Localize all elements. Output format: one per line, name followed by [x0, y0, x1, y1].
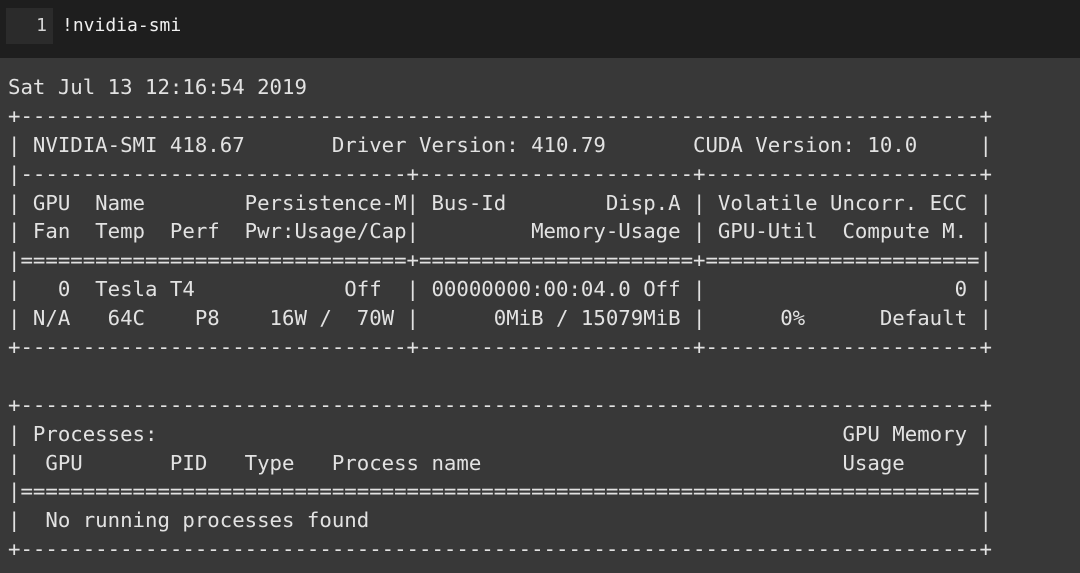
output-line-gpu-row: | 0 Tesla T4 Off | 00000000:00:04.0 Off …	[8, 277, 992, 302]
output-line-header: | NVIDIA-SMI 418.67 Driver Version: 410.…	[8, 132, 992, 157]
output-line: +---------------------------------------…	[8, 537, 992, 562]
output-line: |=======================================…	[8, 479, 992, 504]
output-line: |-------------------------------+-------…	[8, 161, 992, 186]
output-line: +-------------------------------+-------…	[8, 335, 992, 360]
output-line-processes-columns: | GPU PID Type Process name Usage |	[8, 450, 992, 475]
output-line: |===============================+=======…	[8, 248, 992, 273]
output-line-column-headers: | GPU Name Persistence-M| Bus-Id Disp.A …	[8, 190, 992, 215]
code-cell-input[interactable]: 1 !nvidia-smi	[0, 0, 1080, 58]
output-text: Sat Jul 13 12:16:54 2019 +---------------…	[8, 73, 992, 564]
output-line-no-processes: | No running processes found |	[8, 508, 992, 533]
output-line-timestamp: Sat Jul 13 12:16:54 2019	[8, 75, 307, 99]
output-line: +---------------------------------------…	[8, 392, 992, 417]
output-line: +---------------------------------------…	[8, 103, 992, 128]
line-number: 1	[36, 15, 47, 36]
output-line-blank	[8, 362, 992, 391]
output-line-column-headers: | Fan Temp Perf Pwr:Usage/Cap| Memory-Us…	[8, 219, 992, 244]
code-line[interactable]: !nvidia-smi	[62, 16, 181, 36]
cell-output: Sat Jul 13 12:16:54 2019 +---------------…	[0, 58, 1080, 573]
line-number-gutter: 1	[6, 8, 53, 44]
output-line-processes-header: | Processes: GPU Memory |	[8, 421, 992, 446]
output-line-gpu-row: | N/A 64C P8 16W / 70W | 0MiB / 15079MiB…	[8, 306, 992, 331]
